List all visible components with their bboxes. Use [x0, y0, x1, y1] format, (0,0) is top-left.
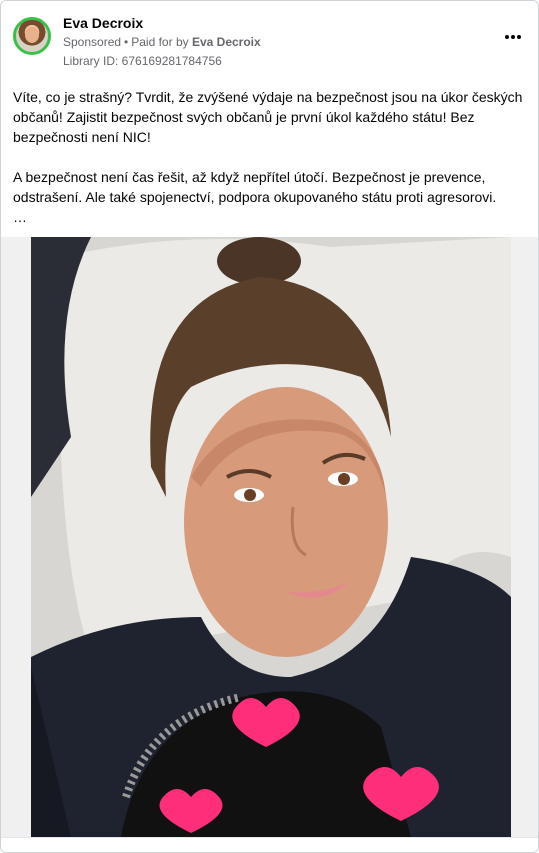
sponsored-label: Sponsored — [63, 35, 122, 49]
paid-for-label: Paid for by — [131, 35, 189, 49]
sponsored-meta: Sponsored • Paid for by Eva Decroix — [63, 35, 261, 49]
post-media[interactable] — [1, 237, 538, 837]
post-photo — [31, 237, 511, 837]
library-id: Library ID: 676169281784756 — [63, 54, 222, 68]
sponsored-post-card: Eva Decroix Sponsored • Paid for by Eva De… — [0, 0, 539, 853]
divider — [1, 837, 538, 838]
post-text: Víte, co je strašný? Tvrdit, že zvýšené … — [13, 89, 523, 225]
paid-for-name: Eva Decroix — [191, 35, 261, 49]
meta-separator: • — [124, 35, 129, 49]
avatar-face — [25, 27, 39, 43]
post-header: Eva Decroix Sponsored • Paid for by Eva De… — [13, 13, 526, 73]
author-avatar[interactable] — [13, 17, 51, 55]
author-name[interactable]: Eva Decroix — [63, 15, 143, 31]
more-options-icon[interactable] — [502, 29, 524, 45]
